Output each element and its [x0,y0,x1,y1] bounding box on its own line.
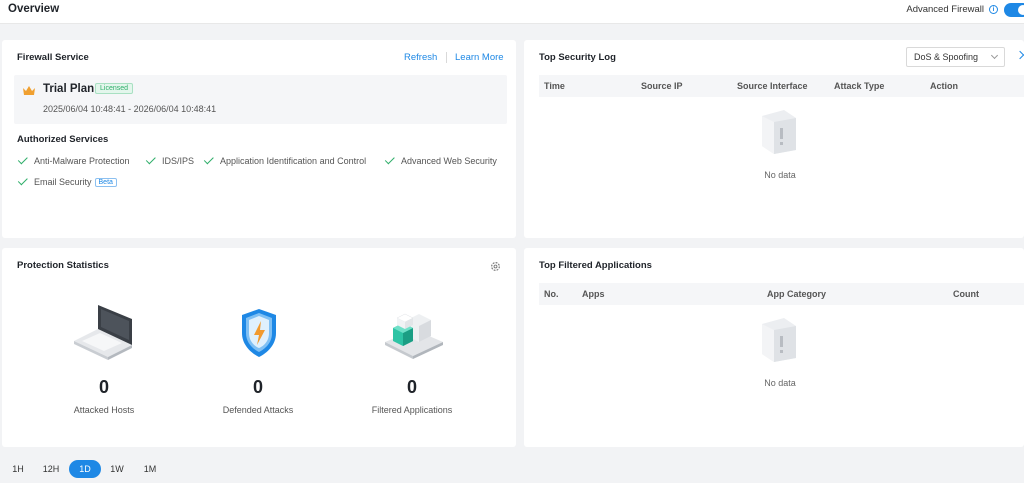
plan-box: Trial Plan Licensed 2025/06/04 10:48:41 … [14,75,507,124]
security-log-card: Top Security Log DoS & Spoofing Time Sou… [524,40,1024,238]
check-icon [17,175,28,186]
attacked-hosts-label: Attacked Hosts [73,405,135,415]
empty-state-text: No data [764,170,796,180]
service-item: Application Identification and Control [203,154,366,166]
protection-statistics-card: Protection Statistics 0 0 0 Attacked Hos… [2,248,516,447]
page-title: Overview [8,3,60,15]
chevron-right-icon[interactable] [1015,50,1024,60]
security-log-title: Top Security Log [539,52,616,63]
column-header: Count [953,289,979,299]
range-1m-button[interactable]: 1M [136,460,164,478]
table-header: No. Apps App Category Count [539,283,1024,305]
defended-attacks-count: 0 [252,377,263,397]
column-header: Apps [582,289,605,299]
check-icon [145,154,156,165]
column-header: Source IP [641,81,683,91]
service-item: IDS/IPS [145,154,194,166]
firewall-service-card: Firewall Service Refresh Learn More Tria… [2,40,516,238]
cubes-icon [385,313,443,359]
authorized-services-title: Authorized Services [17,134,109,145]
top-bar: Overview Advanced Firewall i [0,0,1024,24]
beta-badge: Beta [94,178,117,188]
service-item: Anti-Malware Protection [17,154,130,166]
column-header: Source Interface [737,81,808,91]
attack-type-select[interactable]: DoS & Spoofing [906,47,1005,67]
empty-box-icon [762,318,796,362]
divider [446,52,447,63]
column-header: App Category [767,289,827,299]
table-header: Time Source IP Source Interface Attack T… [539,75,1024,97]
range-1w-button[interactable]: 1W [103,460,131,478]
laptop-icon [74,305,132,360]
service-item: Advanced Web Security [384,154,497,166]
empty-box-icon [762,110,796,154]
check-icon [384,154,395,165]
column-header: Time [544,81,565,91]
filtered-applications-title: Top Filtered Applications [539,260,652,271]
attacked-hosts-count: 0 [98,377,109,397]
filtered-applications-card: Top Filtered Applications No. Apps App C… [524,248,1024,447]
check-icon [17,154,28,165]
chevron-down-icon [990,51,999,60]
filtered-applications-label: Filtered Applications [371,405,453,415]
column-header: Action [930,81,958,91]
range-12h-button[interactable]: 12H [37,460,65,478]
column-header: No. [544,289,559,299]
defended-attacks-label: Defended Attacks [222,405,294,415]
range-1d-button[interactable]: 1D [69,460,101,478]
info-icon[interactable]: i [989,5,998,14]
plan-name: Trial Plan [43,83,95,95]
gear-icon[interactable] [490,261,501,272]
protection-statistics-title: Protection Statistics [17,260,109,271]
advanced-firewall-label: Advanced Firewall [906,4,984,15]
crown-icon [23,86,35,95]
service-item: Email Security Beta [17,175,117,188]
licensed-badge: Licensed [95,83,134,94]
range-1h-button[interactable]: 1H [4,460,32,478]
shield-icon [242,309,276,357]
learn-more-link[interactable]: Learn More [455,52,504,63]
firewall-service-title: Firewall Service [17,52,89,63]
check-icon [203,154,214,165]
column-header: Attack Type [834,81,885,91]
advanced-firewall-toggle[interactable] [1004,3,1024,17]
plan-dates: 2025/06/04 10:48:41 - 2026/06/04 10:48:4… [43,104,217,114]
empty-state-text: No data [764,378,796,388]
filtered-applications-count: 0 [406,377,417,397]
refresh-link[interactable]: Refresh [404,52,437,63]
